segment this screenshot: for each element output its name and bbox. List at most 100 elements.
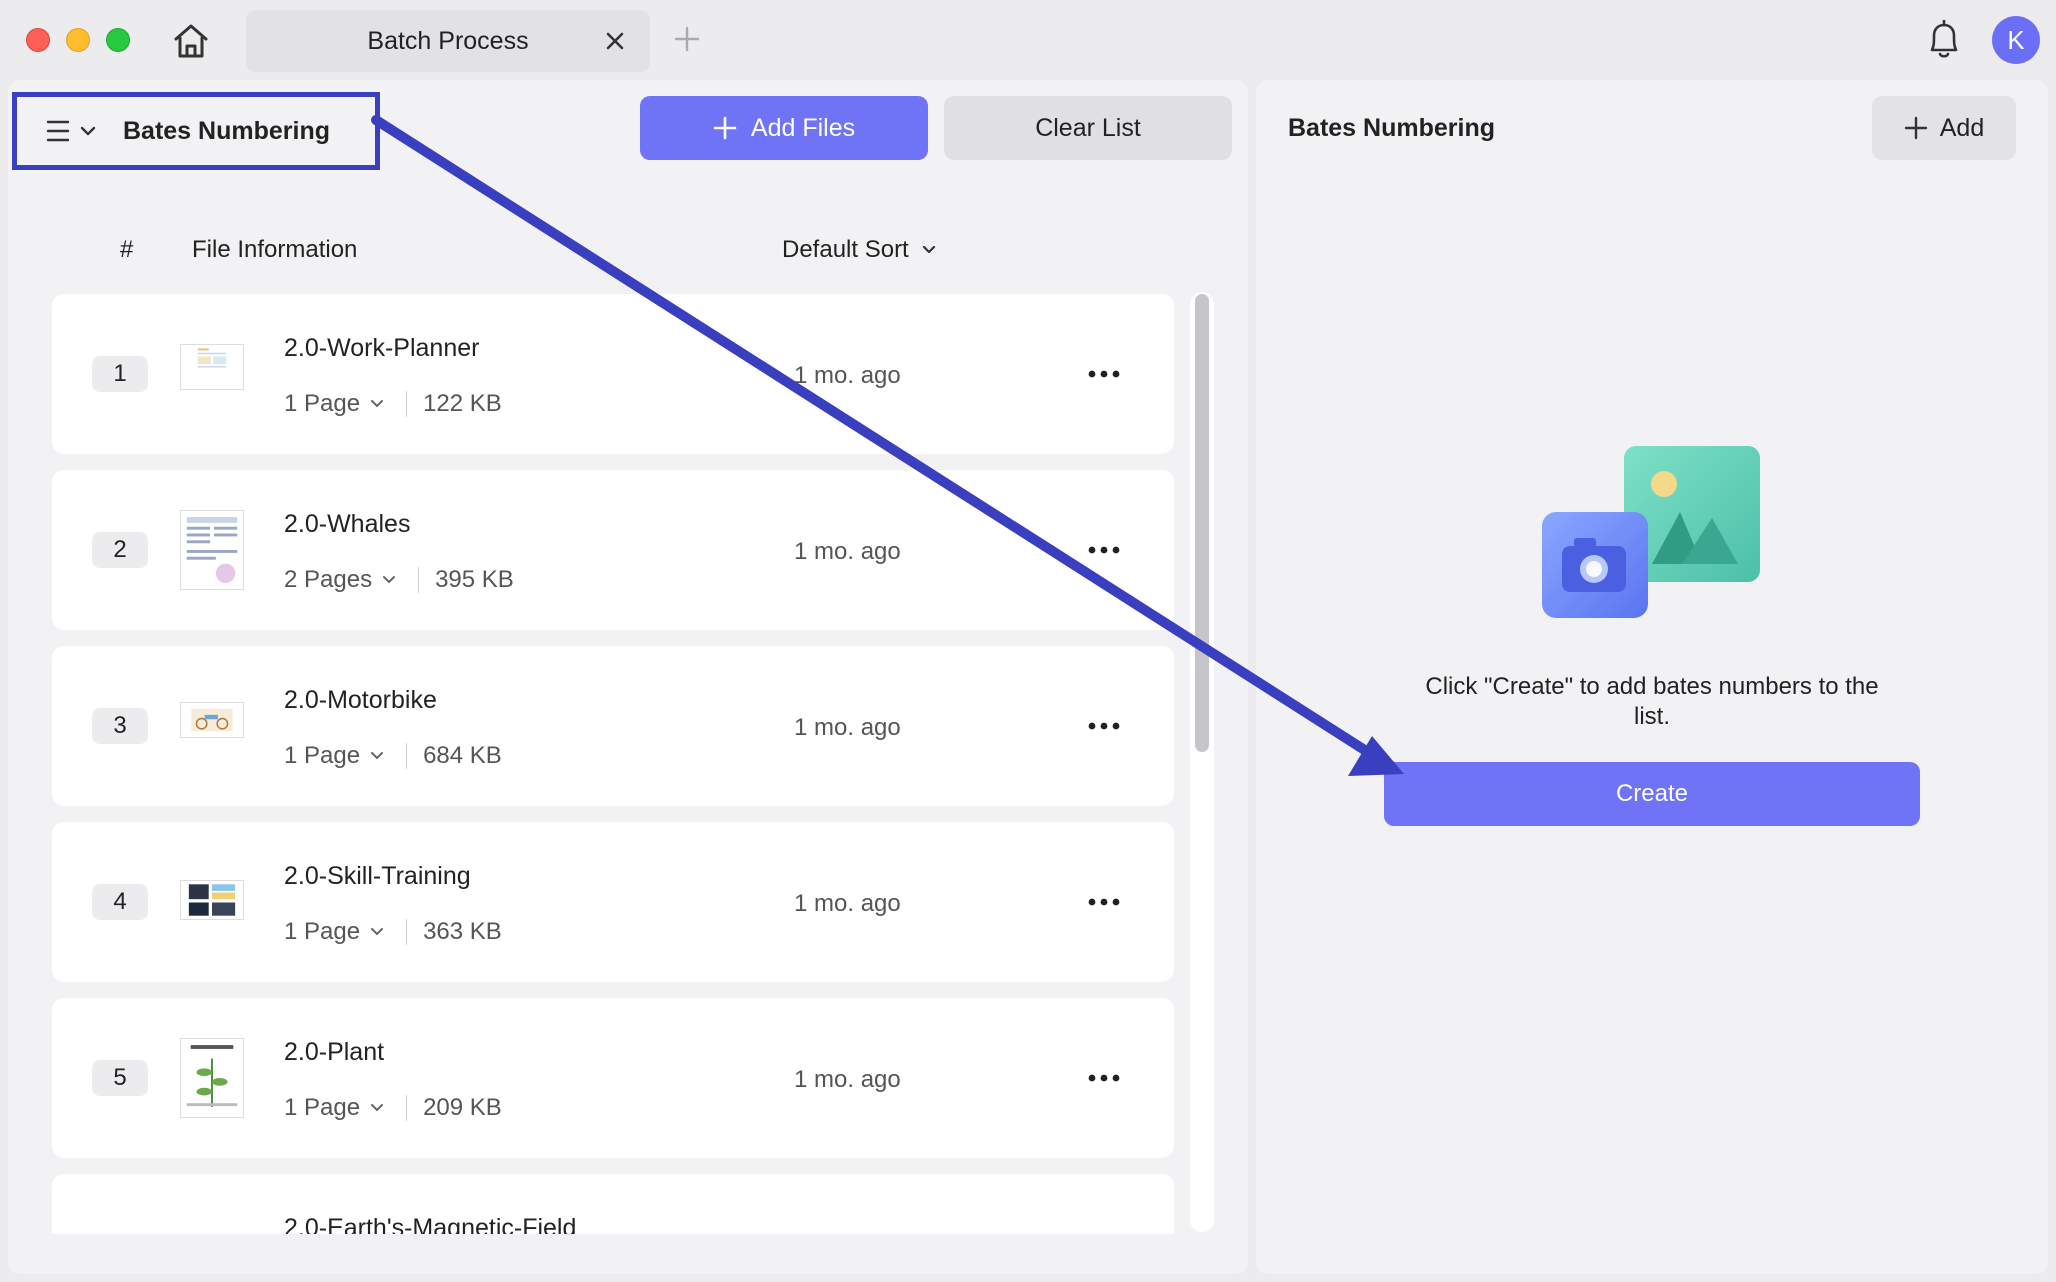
mode-selector[interactable]: Bates Numbering xyxy=(12,92,380,170)
add-button[interactable]: Add xyxy=(1872,96,2016,160)
more-options-icon[interactable] xyxy=(1084,712,1124,740)
file-row[interactable]: 4 2.0-Skill-Training 1 Page 363 KB 1 mo.… xyxy=(52,822,1174,982)
file-meta: 1 Page 684 KB xyxy=(284,742,502,770)
close-window-button[interactable] xyxy=(26,28,50,52)
divider xyxy=(406,1095,408,1121)
row-number: 4 xyxy=(92,884,148,920)
tab-batch-process[interactable]: Batch Process xyxy=(246,10,650,72)
panel-title: Bates Numbering xyxy=(1288,114,1495,142)
add-label: Add xyxy=(1939,113,1985,142)
file-size: 363 KB xyxy=(423,918,502,945)
empty-state-message: Click "Create" to add bates numbers to t… xyxy=(1425,673,1879,730)
chevron-down-icon xyxy=(80,126,96,136)
file-time: 1 mo. ago xyxy=(794,1066,901,1093)
page-count-dropdown[interactable]: 2 Pages xyxy=(284,566,396,594)
tab-label: Batch Process xyxy=(367,26,529,55)
empty-state-illustration xyxy=(1542,446,1760,618)
file-thumbnail xyxy=(180,1038,244,1118)
file-size: 209 KB xyxy=(423,1094,502,1121)
file-meta: 1 Page 209 KB xyxy=(284,1094,502,1122)
avatar[interactable]: K xyxy=(1992,16,2040,64)
chevron-down-icon xyxy=(371,928,384,936)
file-thumbnail xyxy=(180,344,244,390)
file-row[interactable]: 3 2.0-Motorbike 1 Page 684 KB 1 mo. ago xyxy=(52,646,1174,806)
chevron-down-icon xyxy=(371,1104,384,1112)
bell-icon[interactable] xyxy=(1924,18,1964,62)
divider xyxy=(418,567,420,593)
file-row[interactable]: 5 2.0-Plant 1 Page 209 KB 1 mo. ago xyxy=(52,998,1174,1158)
page-count: 1 Page xyxy=(284,742,361,769)
page-count: 1 Page xyxy=(284,1094,361,1121)
file-size: 684 KB xyxy=(423,742,502,769)
column-header-number: # xyxy=(120,236,134,263)
page-count-dropdown[interactable]: 1 Page xyxy=(284,742,384,770)
new-tab-icon[interactable] xyxy=(672,24,702,54)
page-count: 2 Pages xyxy=(284,566,373,593)
title-bar: Batch Process K xyxy=(0,0,2056,80)
plus-icon xyxy=(1904,116,1927,140)
page-count: 1 Page xyxy=(284,390,361,417)
minimize-window-button[interactable] xyxy=(66,28,90,52)
page-count-dropdown[interactable]: 1 Page xyxy=(284,390,384,418)
chevron-down-icon xyxy=(371,400,384,408)
chevron-down-icon xyxy=(371,752,384,760)
sort-label: Default Sort xyxy=(782,236,909,263)
bates-numbering-panel: Bates Numbering Add Click "Create" to ad… xyxy=(1256,80,2048,1274)
divider xyxy=(406,743,408,769)
row-number: 1 xyxy=(92,356,148,392)
plus-icon xyxy=(713,116,737,140)
file-size: 395 KB xyxy=(435,566,514,593)
close-icon[interactable] xyxy=(602,28,628,54)
file-thumbnail xyxy=(180,702,244,738)
clear-list-button[interactable]: Clear List xyxy=(944,96,1232,160)
scrollbar-thumb[interactable] xyxy=(1195,294,1209,752)
file-name: 2.0-Motorbike xyxy=(284,686,437,714)
file-row[interactable]: 2 2.0-Whales 2 Pages 395 KB 1 mo. ago xyxy=(52,470,1174,630)
more-options-icon[interactable] xyxy=(1084,1064,1124,1092)
mode-title: Bates Numbering xyxy=(123,116,330,145)
page-count: 1 Page xyxy=(284,918,361,945)
more-options-icon[interactable] xyxy=(1084,536,1124,564)
file-size: 122 KB xyxy=(423,390,502,417)
file-meta: 1 Page 363 KB xyxy=(284,918,502,946)
column-header-file-info: File Information xyxy=(192,236,358,263)
home-icon xyxy=(174,24,208,58)
file-time: 1 mo. ago xyxy=(794,538,901,565)
file-time: 1 mo. ago xyxy=(794,714,901,741)
menu-icon xyxy=(46,120,70,142)
file-list: 1 2.0-Work-Planner 1 Page 122 KB 1 mo. a… xyxy=(52,294,1176,1234)
row-number: 5 xyxy=(92,1060,148,1096)
row-number: 3 xyxy=(92,708,148,744)
sort-dropdown[interactable]: Default Sort xyxy=(782,236,937,264)
home-button[interactable] xyxy=(168,18,214,64)
file-name: 2.0-Plant xyxy=(284,1038,385,1066)
file-meta: 2 Pages 395 KB xyxy=(284,566,514,594)
clear-list-label: Clear List xyxy=(1035,113,1141,142)
divider xyxy=(406,391,408,417)
avatar-initial: K xyxy=(2007,24,2025,55)
more-options-icon[interactable] xyxy=(1084,360,1124,388)
file-thumbnail xyxy=(180,510,244,590)
file-name: 2.0-Skill-Training xyxy=(284,862,471,890)
file-list-panel: Bates Numbering Add Files Clear List # F… xyxy=(8,80,1248,1274)
page-count-dropdown[interactable]: 1 Page xyxy=(284,918,384,946)
file-thumbnail xyxy=(180,880,244,920)
file-meta: 1 Page 122 KB xyxy=(284,390,502,418)
file-name: 2.0-Earth's-Magnetic-Field xyxy=(284,1214,577,1234)
file-row[interactable]: 2.0-Earth's-Magnetic-Field xyxy=(52,1174,1174,1234)
page-count-dropdown[interactable]: 1 Page xyxy=(284,1094,384,1122)
create-button[interactable]: Create xyxy=(1384,762,1920,826)
create-label: Create xyxy=(1615,780,1689,807)
file-row[interactable]: 1 2.0-Work-Planner 1 Page 122 KB 1 mo. a… xyxy=(52,294,1174,454)
file-name: 2.0-Whales xyxy=(284,510,411,538)
add-files-label: Add Files xyxy=(750,113,856,142)
row-number: 2 xyxy=(92,532,148,568)
chevron-down-icon xyxy=(922,245,935,254)
file-name: 2.0-Work-Planner xyxy=(284,334,480,362)
file-time: 1 mo. ago xyxy=(794,890,901,917)
zoom-window-button[interactable] xyxy=(106,28,130,52)
chevron-down-icon xyxy=(383,576,396,584)
add-files-button[interactable]: Add Files xyxy=(640,96,928,160)
more-options-icon[interactable] xyxy=(1084,888,1124,916)
divider xyxy=(406,919,408,945)
